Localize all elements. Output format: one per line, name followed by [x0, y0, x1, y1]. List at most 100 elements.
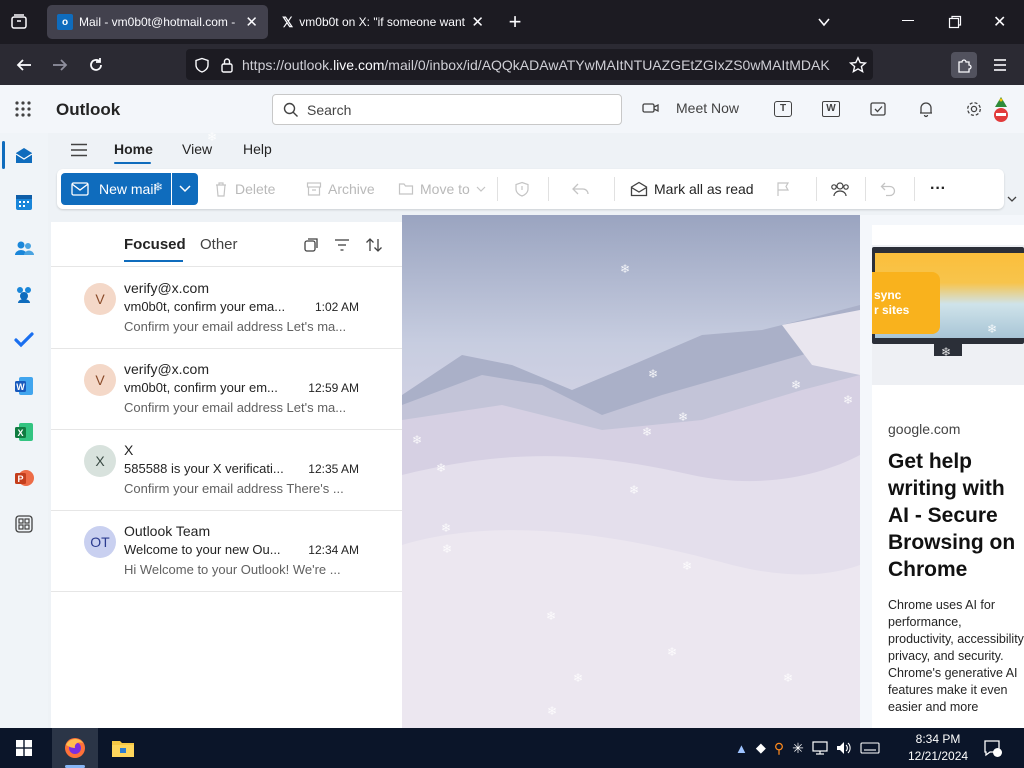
back-arrow-icon[interactable]: [11, 52, 37, 78]
delete-button[interactable]: Delete: [213, 169, 275, 209]
notifications-icon[interactable]: [983, 739, 1002, 757]
share-to-teams-button[interactable]: [830, 169, 850, 209]
move-to-button[interactable]: Move to: [398, 169, 486, 209]
snowflake-decoration: ❄: [436, 461, 447, 475]
word-icon[interactable]: W: [13, 375, 35, 397]
message-preview: Confirm your email address Let's ma...: [124, 400, 347, 415]
url-field[interactable]: https://outlook.live.com/mail/0/inbox/id…: [186, 49, 873, 80]
reply-arrow-icon: [572, 182, 590, 196]
snowflake-decoration: ❄: [843, 393, 854, 407]
minimize-window-icon[interactable]: [902, 20, 914, 21]
report-button[interactable]: [514, 169, 530, 209]
keyboard-icon[interactable]: [860, 742, 880, 754]
list-all-tabs-icon[interactable]: [816, 14, 832, 30]
tab-overview-icon[interactable]: [10, 13, 28, 31]
meet-now-button[interactable]: Meet Now: [642, 100, 739, 116]
excel-icon[interactable]: X: [13, 421, 35, 443]
navigation-pane-toggle-icon[interactable]: [70, 143, 88, 157]
reload-icon[interactable]: [83, 52, 109, 78]
x-favicon-icon: 𝕏: [282, 13, 294, 30]
avatar[interactable]: [990, 97, 1012, 123]
office-icon[interactable]: W: [822, 101, 840, 117]
list-item[interactable]: V verify@x.com vm0b0t, confirm your em..…: [51, 349, 402, 430]
restore-window-icon[interactable]: [948, 15, 962, 29]
mail-icon[interactable]: [13, 145, 35, 167]
close-tab-icon[interactable]: ✕: [471, 13, 484, 31]
reply-button[interactable]: [572, 169, 590, 209]
undo-button[interactable]: [880, 169, 896, 209]
tab-home[interactable]: Home: [114, 141, 153, 157]
snowflake-decoration: ❄: [547, 704, 558, 718]
ad-image: sync r sites: [872, 245, 1024, 385]
tab-help[interactable]: Help: [243, 141, 272, 157]
lock-icon[interactable]: [220, 57, 234, 73]
list-item[interactable]: OT Outlook Team Welcome to your new Ou..…: [51, 511, 402, 592]
filter-icon[interactable]: [334, 238, 350, 252]
tray-search-icon[interactable]: ⚲: [774, 740, 784, 757]
app-title[interactable]: Outlook: [56, 100, 120, 120]
tray-drop-icon[interactable]: ◆: [756, 740, 766, 756]
rail-active-indicator: [2, 141, 5, 169]
message-sender: verify@x.com: [124, 280, 209, 296]
teams-icon[interactable]: T: [774, 101, 792, 117]
list-item[interactable]: V verify@x.com vm0b0t, confirm your ema.…: [51, 268, 402, 349]
todo-check-icon[interactable]: [13, 329, 35, 351]
notification-bell-icon[interactable]: [918, 100, 934, 118]
video-camera-icon: [642, 101, 660, 115]
new-tab-button[interactable]: +: [504, 9, 526, 35]
ad-headline[interactable]: Get help writing with AI - Secure Browsi…: [888, 448, 1024, 583]
people-icon[interactable]: [13, 237, 35, 259]
more-apps-icon[interactable]: [13, 513, 35, 535]
speaker-icon[interactable]: [836, 741, 852, 755]
search-box[interactable]: Search: [272, 94, 622, 125]
bookmark-star-icon[interactable]: [845, 52, 871, 78]
hamburger-menu-icon[interactable]: [987, 52, 1013, 78]
flag-button[interactable]: [775, 169, 791, 209]
new-mail-dropdown[interactable]: [172, 173, 198, 205]
tab-x-post[interactable]: 𝕏 vm0b0t on X: "if someone want ✕: [272, 5, 494, 39]
app-launcher-icon[interactable]: [14, 100, 32, 118]
avatar: X: [84, 445, 116, 477]
outlook-favicon-icon: o: [57, 14, 73, 30]
snowflake-decoration: ❄: [642, 425, 653, 439]
pivot-focused[interactable]: Focused: [124, 236, 186, 253]
select-mode-icon[interactable]: [303, 237, 319, 253]
tray-snow-icon[interactable]: ✳: [792, 740, 804, 757]
pivot-focused-underline: [124, 260, 183, 262]
network-icon[interactable]: [812, 741, 828, 755]
ribbon-tabs: Home View Help: [50, 133, 1010, 167]
outlook-header: Outlook Search Meet Now T W: [0, 85, 1024, 133]
close-window-icon[interactable]: ✕: [993, 12, 1006, 32]
taskbar-clock[interactable]: 8:34 PM 12/21/2024: [908, 731, 968, 765]
firefox-taskbar-icon[interactable]: [52, 728, 98, 768]
powerpoint-icon[interactable]: P: [13, 467, 35, 489]
sort-icon[interactable]: [365, 237, 383, 253]
close-tab-icon[interactable]: ✕: [245, 13, 258, 31]
message-list: Focused Other V verify@x.com vm0b0t, con…: [51, 222, 402, 728]
tab-title: Mail - vm0b0t@hotmail.com -: [79, 15, 236, 29]
ad-card[interactable]: sync r sites google.com Get help writing…: [872, 225, 1024, 728]
ribbon-expand-icon[interactable]: [1007, 196, 1017, 202]
tray-app-icon[interactable]: ▲: [735, 741, 748, 756]
my-day-icon[interactable]: [870, 101, 888, 117]
outlook-app: Outlook Search Meet Now T W W X P Home V…: [0, 85, 1024, 728]
ad-image-text: sync r sites: [872, 272, 940, 334]
extensions-puzzle-icon[interactable]: [951, 52, 977, 78]
ribbon-toolbar: New mail Delete Archive Move to Mark all…: [57, 169, 1004, 209]
more-options-button[interactable]: ···: [930, 169, 946, 209]
pivot-other[interactable]: Other: [200, 236, 238, 253]
windows-taskbar: ▲ ◆ ⚲ ✳ 8:34 PM 12/21/2024: [0, 728, 1024, 768]
snowflake-decoration: ❄: [546, 609, 557, 623]
tab-outlook-mail[interactable]: o Mail - vm0b0t@hotmail.com - ✕: [47, 5, 268, 39]
list-item[interactable]: X X 585588 is your X verificati... 12:35…: [51, 430, 402, 511]
windows-start-icon[interactable]: [16, 740, 32, 756]
forward-arrow-icon[interactable]: [47, 52, 73, 78]
settings-gear-icon[interactable]: [965, 100, 983, 118]
mark-all-read-button[interactable]: Mark all as read: [630, 169, 754, 209]
calendar-icon[interactable]: [13, 191, 35, 213]
snowflake-decoration: ❄: [941, 345, 952, 359]
file-explorer-icon[interactable]: [111, 737, 135, 759]
tracking-protection-shield-icon[interactable]: [194, 57, 210, 73]
groups-icon[interactable]: [13, 283, 35, 305]
archive-button[interactable]: Archive: [306, 169, 375, 209]
